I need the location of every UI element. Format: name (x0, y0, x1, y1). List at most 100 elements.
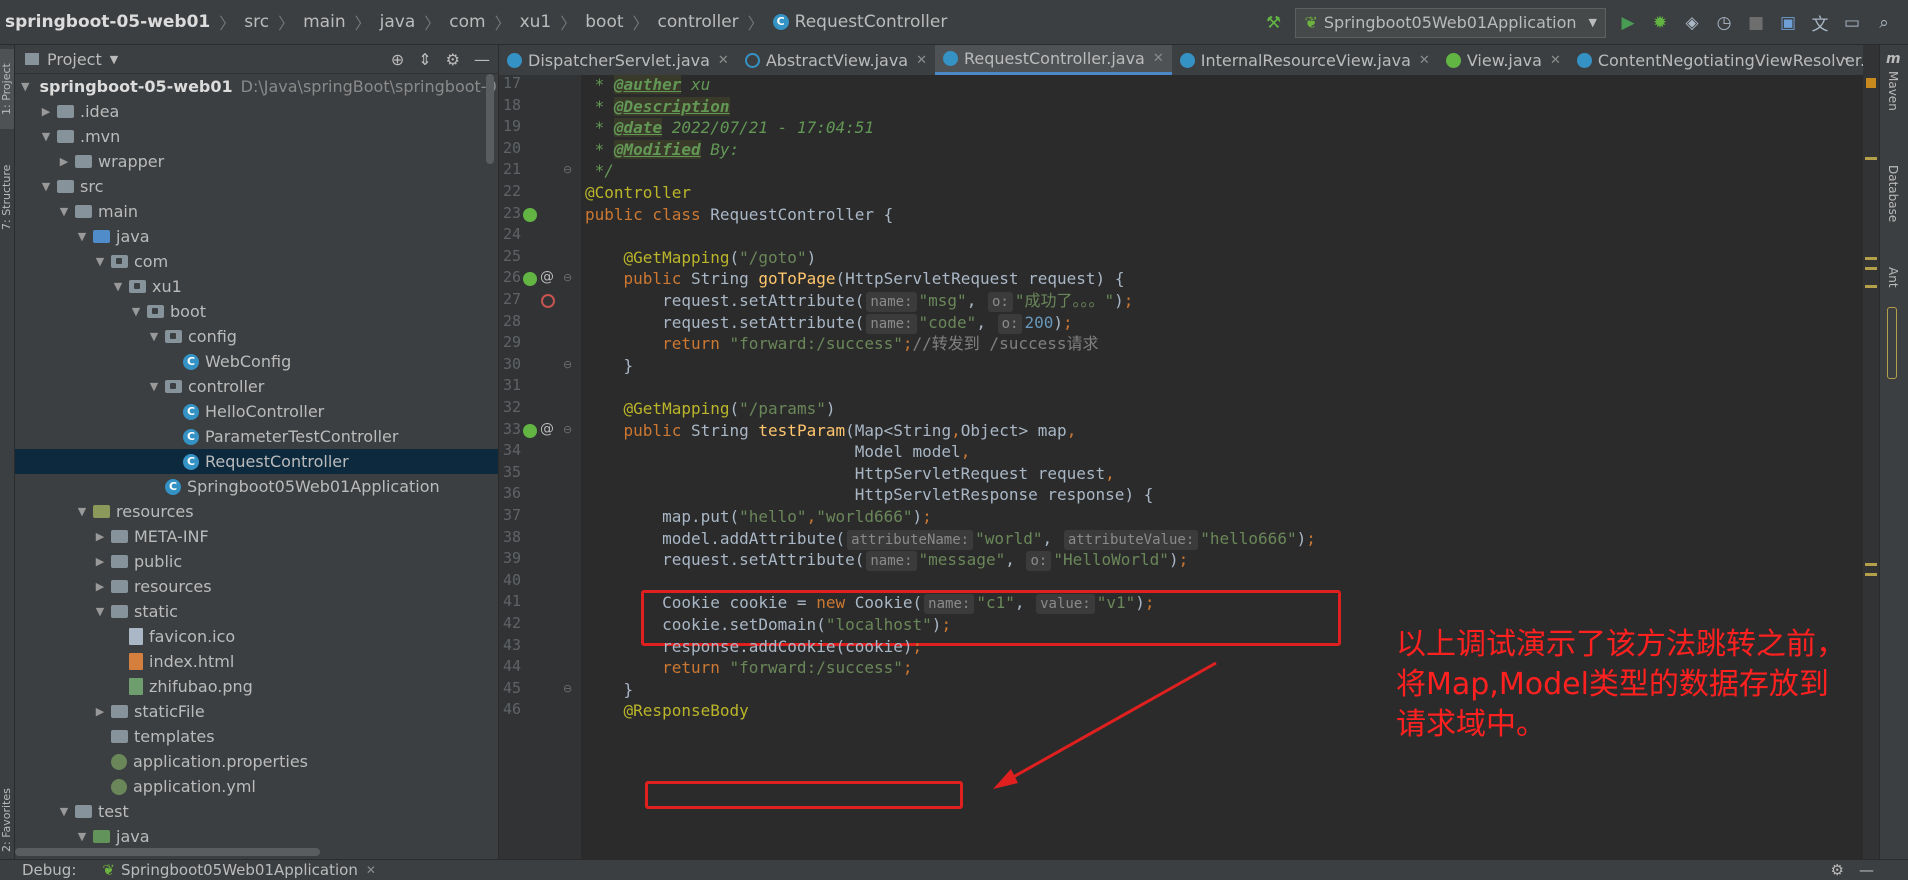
tree-item[interactable]: ▼ test (15, 799, 498, 824)
tree-item[interactable]: ▶ META-INF (15, 524, 498, 549)
minimize-icon[interactable]: — (474, 50, 490, 69)
line-number[interactable]: 32 (499, 398, 521, 416)
line-number[interactable]: 33 (499, 420, 521, 438)
line-number[interactable]: 20 (499, 139, 521, 157)
line-number[interactable]: 29 (499, 333, 521, 351)
tree-item[interactable]: ▼ src (15, 174, 498, 199)
line-number[interactable]: 36 (499, 484, 521, 502)
run-gutter-icon[interactable] (523, 423, 537, 438)
chevron-down-icon[interactable]: ▼ (39, 180, 53, 193)
stop-icon[interactable]: ■ (1746, 13, 1766, 33)
tree-item[interactable]: ▼ controller (15, 374, 498, 399)
close-icon[interactable]: ✕ (1153, 51, 1164, 66)
chevron-right-icon[interactable]: ▶ (93, 555, 107, 568)
tree-item[interactable]: C HelloController (15, 399, 498, 424)
breadcrumb-item[interactable]: com (446, 0, 488, 45)
breadcrumb-item[interactable]: main (300, 0, 348, 45)
line-number[interactable]: 34 (499, 441, 521, 459)
editor-tab[interactable]: RequestController.java ✕ (935, 45, 1172, 75)
close-icon[interactable]: ✕ (1419, 53, 1430, 68)
tree-item[interactable]: ▼ boot (15, 299, 498, 324)
tree-item[interactable]: ▶ resources (15, 574, 498, 599)
tab-database[interactable]: Database (1886, 165, 1900, 222)
project-panel-title[interactable]: Project (47, 50, 102, 69)
tree-item[interactable]: application.properties (15, 749, 498, 774)
tree-item[interactable]: C RequestController (15, 449, 498, 474)
chevron-right-icon[interactable]: ▶ (39, 105, 53, 118)
fold-icon[interactable]: ⊖ (563, 163, 572, 176)
chevron-down-icon[interactable]: ▼ (111, 280, 125, 293)
tree-item[interactable]: ▶ staticFile (15, 699, 498, 724)
line-number[interactable]: 42 (499, 614, 521, 632)
line-number[interactable]: 35 (499, 463, 521, 481)
tree-item[interactable]: C WebConfig (15, 349, 498, 374)
tabs-overflow-icon[interactable]: ⌄ (1840, 48, 1852, 64)
editor-tab[interactable]: InternalResourceView.java ✕ (1172, 45, 1438, 75)
breadcrumb-item[interactable]: controller (655, 0, 742, 45)
profile-icon[interactable]: ◷ (1714, 13, 1734, 33)
implementation-icon[interactable]: @ (540, 421, 554, 437)
tree-item[interactable]: ▶ public (15, 549, 498, 574)
horizontal-scrollbar[interactable] (15, 848, 320, 856)
fold-icon[interactable]: ⊖ (563, 682, 572, 695)
chevron-right-icon[interactable]: ▶ (93, 705, 107, 718)
breadcrumb-item[interactable]: springboot-05-web01 (2, 0, 213, 45)
tree-item[interactable]: C ParameterTestController (15, 424, 498, 449)
line-number[interactable]: 37 (499, 506, 521, 524)
line-number[interactable]: 26 (499, 268, 521, 286)
line-number[interactable]: 24 (499, 225, 521, 243)
line-number[interactable]: 23 (499, 204, 521, 222)
tree-item[interactable]: ▶ wrapper (15, 149, 498, 174)
line-number[interactable]: 17 (499, 74, 521, 92)
chevron-down-icon[interactable]: ▼ (75, 505, 89, 518)
chevron-right-icon[interactable]: ▶ (93, 580, 107, 593)
breadcrumb-item[interactable]: xu1 (517, 0, 555, 45)
code-line[interactable]: request.setAttribute(name: "message", o: "… (585, 547, 1188, 573)
tree-item[interactable]: favicon.ico (15, 624, 498, 649)
tab-favorites[interactable]: 2: Favorites (0, 780, 14, 860)
tab-maven[interactable]: Maven (1886, 71, 1900, 111)
tree-item[interactable]: ▼ main (15, 199, 498, 224)
locate-icon[interactable]: ⊕ (391, 50, 404, 69)
close-icon[interactable]: ✕ (718, 53, 729, 68)
line-number[interactable]: 22 (499, 182, 521, 200)
fold-icon[interactable]: ⊖ (563, 423, 572, 436)
line-number[interactable]: 38 (499, 528, 521, 546)
tree-item[interactable]: ▼ config (15, 324, 498, 349)
tree-item[interactable]: C Springboot05Web01Application (15, 474, 498, 499)
search-icon[interactable]: ⌕ (1874, 13, 1894, 33)
minimize-icon[interactable]: — (1859, 861, 1874, 879)
stripe-mark[interactable] (1865, 267, 1877, 270)
tree-item[interactable]: templates (15, 724, 498, 749)
gear-icon[interactable]: ⚙ (446, 50, 460, 69)
breakpoint-icon[interactable] (541, 294, 555, 308)
chevron-down-icon[interactable]: ▼ (57, 205, 71, 218)
debug-icon[interactable]: ✹ (1650, 13, 1670, 33)
close-icon[interactable]: ✕ (1550, 53, 1561, 68)
close-icon[interactable]: ✕ (916, 53, 927, 68)
translate-icon[interactable]: 文 (1810, 13, 1830, 35)
project-structure-icon[interactable]: ▣ (1778, 13, 1798, 33)
chevron-down-icon[interactable]: ▼ (93, 605, 107, 618)
line-number[interactable]: 28 (499, 312, 521, 330)
line-number[interactable]: 44 (499, 657, 521, 675)
line-number[interactable]: 43 (499, 636, 521, 654)
line-number[interactable]: 27 (499, 290, 521, 308)
run-gutter-icon[interactable] (523, 207, 537, 222)
tree-item[interactable]: zhifubao.png (15, 674, 498, 699)
editor-tab[interactable]: ContentNegotiatingViewResolver.java✕ (1569, 45, 1908, 75)
close-icon[interactable]: ✕ (366, 863, 376, 877)
tree-item[interactable]: ▶ .idea (15, 99, 498, 124)
breadcrumb-item[interactable]: C RequestController (770, 0, 951, 45)
implementation-icon[interactable]: @ (540, 269, 554, 285)
collapse-all-icon[interactable]: ⇕ (418, 50, 431, 69)
editor-tab[interactable]: DispatcherServlet.java ✕ (499, 45, 737, 75)
debug-session-label[interactable]: Springboot05Web01Application (121, 861, 358, 879)
chevron-down-icon[interactable]: ▼ (147, 380, 161, 393)
fold-icon[interactable]: ⊖ (563, 271, 572, 284)
line-number[interactable]: 39 (499, 549, 521, 567)
line-number[interactable]: 40 (499, 571, 521, 589)
fold-icon[interactable]: ⊖ (563, 358, 572, 371)
tree-item[interactable]: index.html (15, 649, 498, 674)
editor-tab[interactable]: View.java ✕ (1438, 45, 1569, 75)
